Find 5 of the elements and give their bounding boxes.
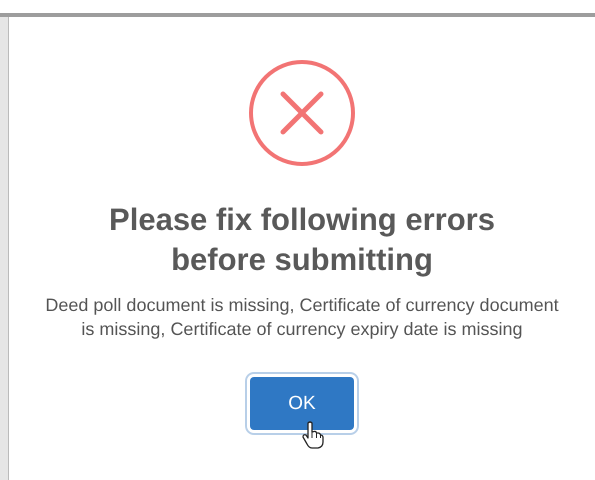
error-icon: [248, 59, 356, 167]
ok-button[interactable]: OK: [250, 377, 354, 430]
error-message: Deed poll document is missing, Certificate of currency document is missing, Certificate of currency expiry date is missing: [44, 294, 560, 341]
dialog-title: Please fix following errors before submitting: [108, 201, 496, 279]
hand-cursor-icon: [302, 421, 324, 449]
